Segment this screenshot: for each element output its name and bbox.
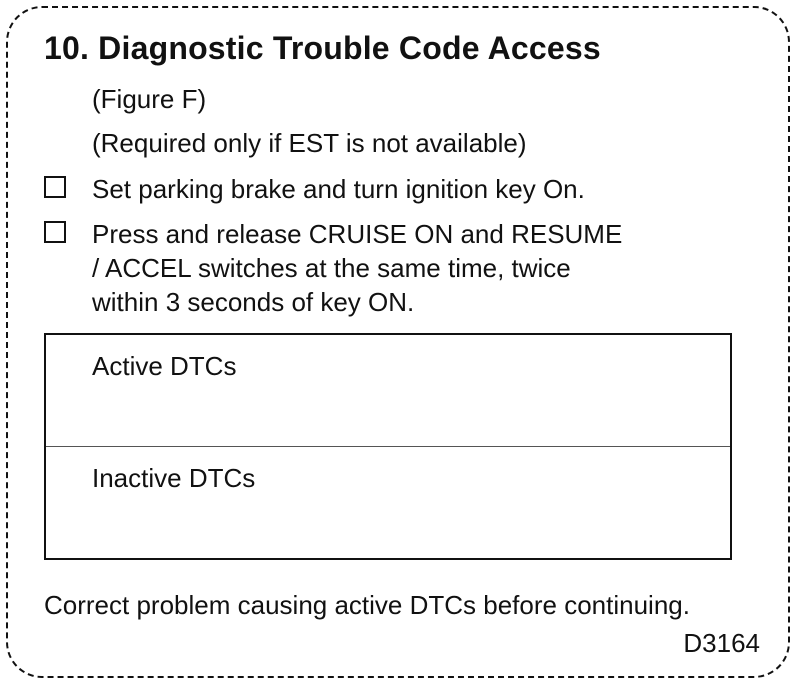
step-1-checkbox[interactable] <box>44 176 66 198</box>
inactive-dtcs-label: Inactive DTCs <box>92 463 256 493</box>
section-title: 10. Diagnostic Trouble Code Access <box>44 30 601 66</box>
step-1-text: Set parking brake and turn ignition key … <box>92 172 585 206</box>
active-dtcs-label: Active DTCs <box>92 351 237 381</box>
requirement-note: (Required only if EST is not available) <box>92 128 527 158</box>
step-1-line: Set parking brake and turn ignition key … <box>92 174 585 204</box>
step-2-line-1: Press and release CRUISE ON and RESUME <box>92 219 623 249</box>
active-dtcs-field[interactable] <box>46 393 730 443</box>
dtc-divider <box>46 446 730 447</box>
step-2-line-3: within 3 seconds of key ON. <box>92 287 415 317</box>
inactive-dtcs-field[interactable] <box>46 505 730 555</box>
figure-code: D3164 <box>683 628 760 658</box>
step-2-text: Press and release CRUISE ON and RESUME /… <box>92 217 622 319</box>
step-2-line-2: / ACCEL switches at the same time, twice <box>92 253 571 283</box>
warning-note: Correct problem causing active DTCs befo… <box>44 590 690 620</box>
step-2-checkbox[interactable] <box>44 221 66 243</box>
figure-reference: (Figure F) <box>92 84 207 114</box>
dtc-record-box: Active DTCs Inactive DTCs <box>44 333 732 560</box>
